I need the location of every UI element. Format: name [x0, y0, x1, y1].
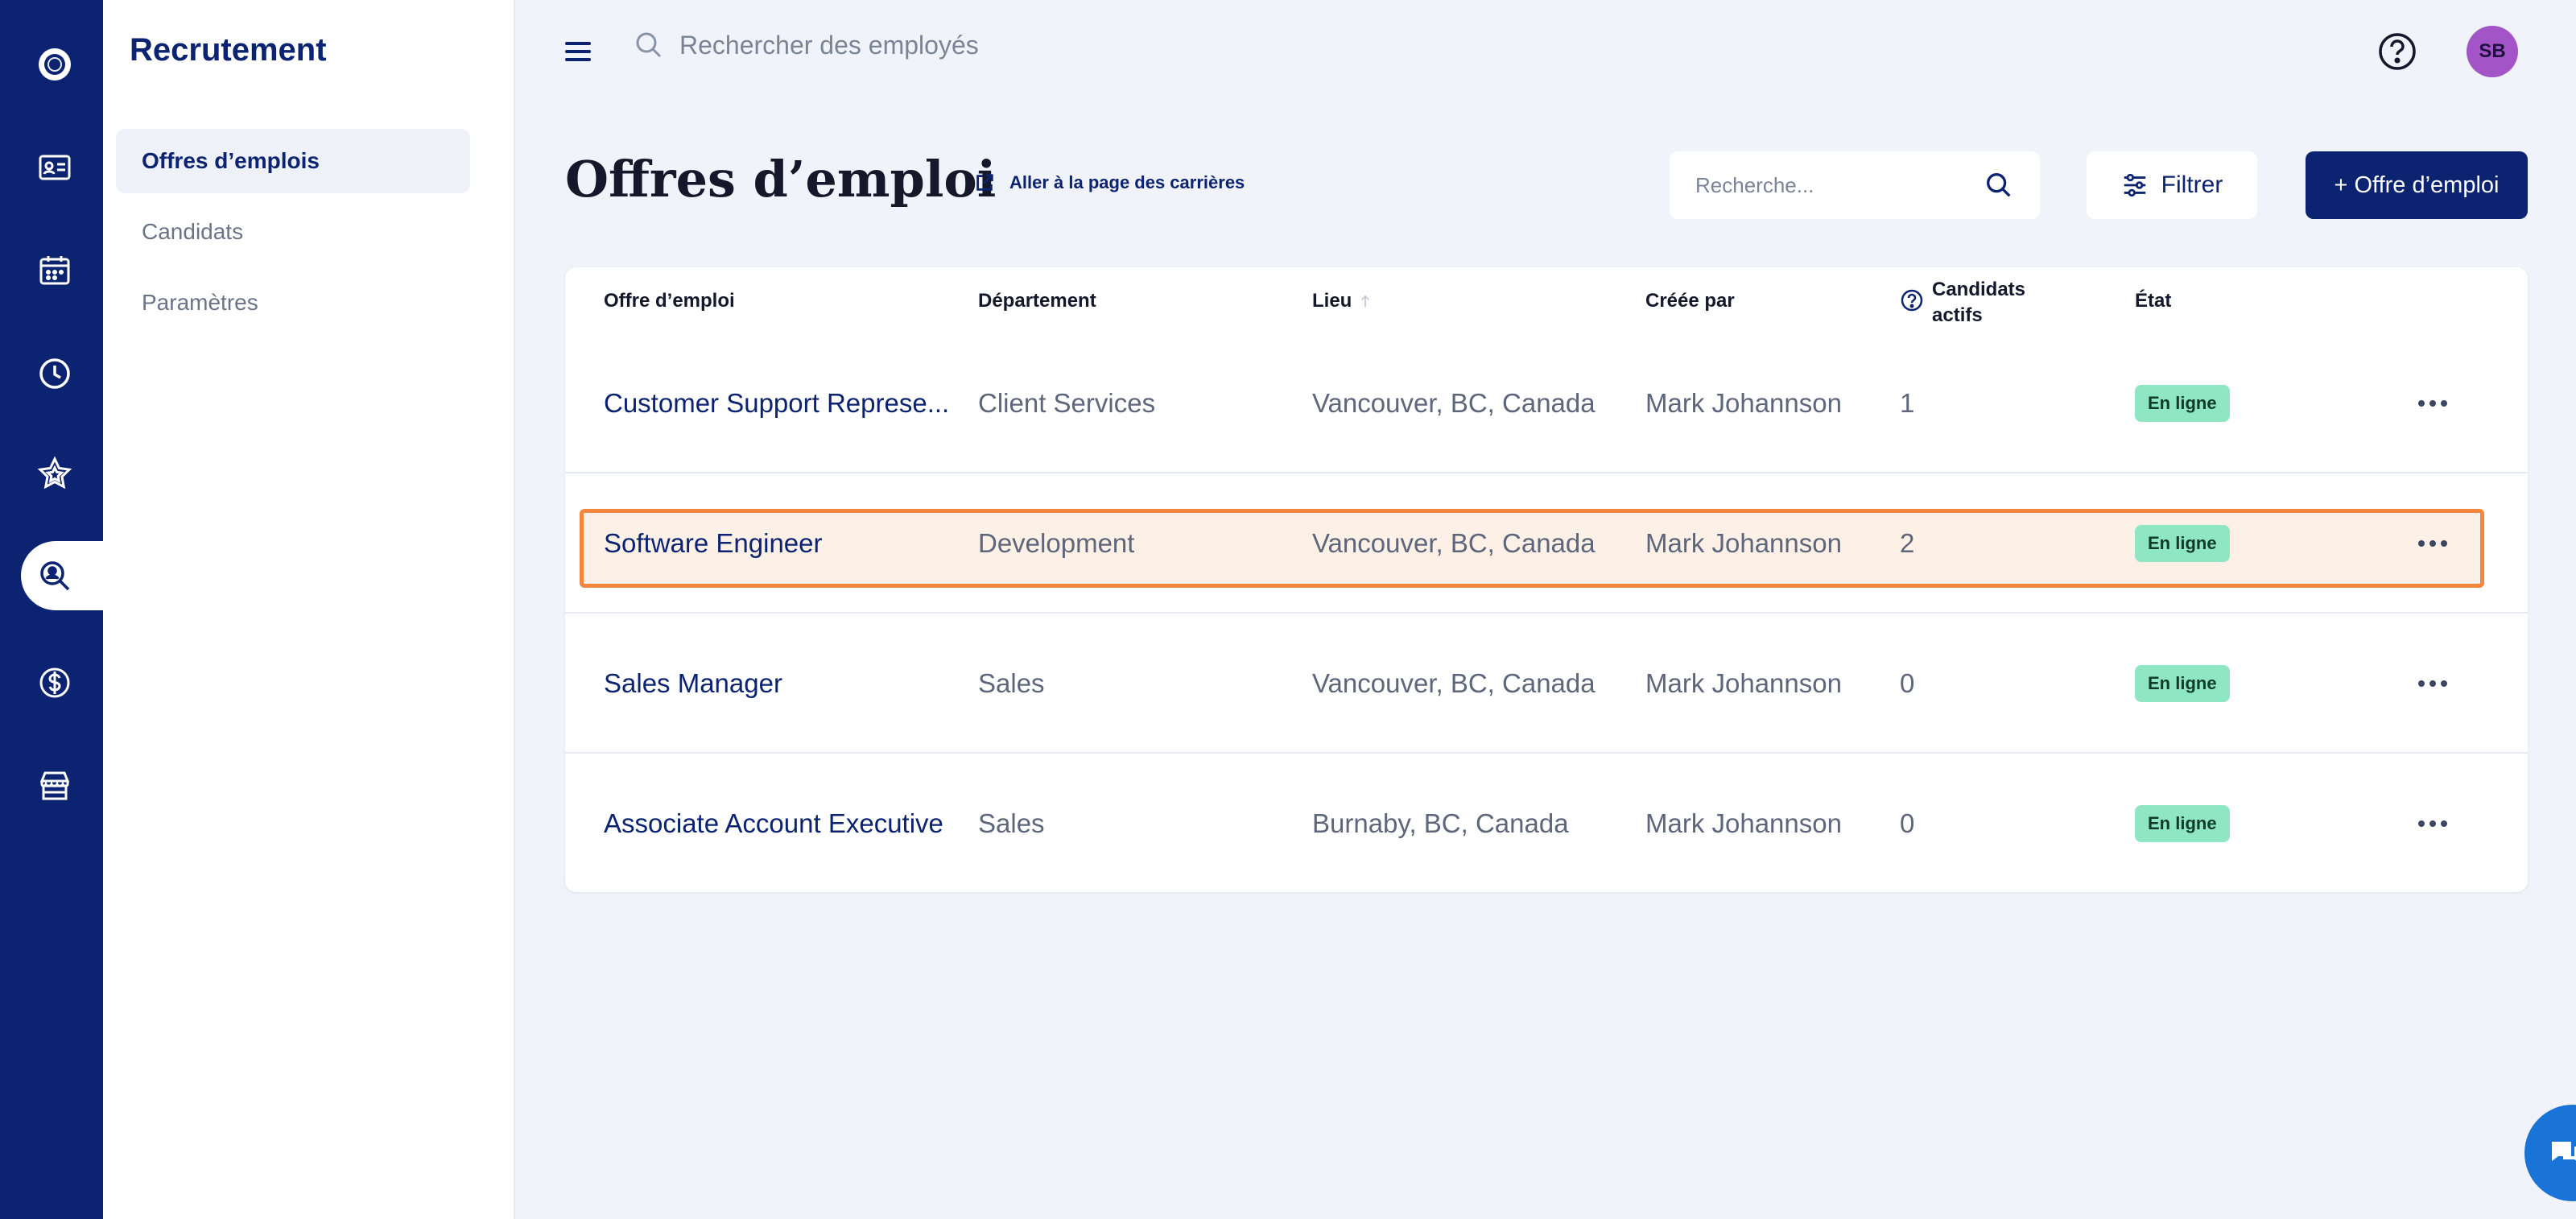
status-badge: En ligne — [2135, 385, 2230, 422]
clock-icon[interactable] — [23, 341, 87, 406]
chat-bubble-icon — [2552, 1142, 2576, 1161]
careers-page-link[interactable]: Aller à la page des carrières — [974, 172, 1245, 193]
sidebar-item-job-offers[interactable]: Offres d’emplois — [116, 129, 470, 193]
filter-label: Filtrer — [2161, 171, 2223, 198]
department-cell: Sales — [978, 808, 1045, 838]
job-search-input[interactable]: Recherche... — [1670, 151, 2040, 219]
sliders-icon — [2124, 173, 2145, 197]
location-cell: Burnaby, BC, Canada — [1312, 808, 1569, 838]
help-icon[interactable] — [2376, 31, 2418, 72]
menu-icon[interactable] — [560, 35, 596, 68]
active-candidates-cell: 2 — [1900, 528, 1915, 558]
column-header-location[interactable]: Lieu — [1312, 290, 1371, 312]
department-cell: Sales — [978, 668, 1045, 698]
filter-button[interactable]: Filtrer — [2087, 151, 2257, 219]
more-options-icon[interactable] — [2413, 388, 2452, 419]
column-header-job-offer[interactable]: Offre d’emploi — [604, 290, 735, 312]
avatar[interactable]: SB — [2467, 26, 2518, 77]
calendar-icon[interactable] — [23, 238, 87, 303]
active-candidates-cell: 0 — [1900, 668, 1915, 698]
table-row[interactable]: Sales Manager Sales Vancouver, BC, Canad… — [565, 614, 2528, 754]
sidebar-title: Recrutement — [130, 32, 327, 68]
created-by-cell: Mark Johannson — [1645, 388, 1842, 418]
created-by-cell: Mark Johannson — [1645, 668, 1842, 698]
table-row[interactable]: Associate Account Executive Sales Burnab… — [565, 754, 2528, 894]
star-icon[interactable] — [23, 441, 87, 506]
careers-link-label: Aller à la page des carrières — [1009, 172, 1245, 192]
search-icon — [1987, 173, 2011, 197]
location-cell: Vancouver, BC, Canada — [1312, 528, 1596, 558]
department-cell: Development — [978, 528, 1135, 558]
status-badge: En ligne — [2135, 805, 2230, 842]
sidebar-item-label: Offres d’emplois — [142, 148, 320, 173]
active-candidates-line1: Candidats — [1932, 279, 2026, 300]
sidebar-item-candidates[interactable]: Candidats — [116, 200, 470, 264]
job-title-link[interactable]: Associate Account Executive — [604, 754, 958, 894]
column-header-department[interactable]: Département — [978, 290, 1096, 312]
recruit-search-icon[interactable] — [23, 543, 87, 608]
sort-arrow-up-icon — [1361, 295, 1370, 307]
active-candidates-line2: actifs — [1932, 304, 1983, 326]
job-title-link[interactable]: Customer Support Represe... — [604, 333, 958, 473]
table-row[interactable]: Customer Support Represe... Client Servi… — [565, 333, 2528, 473]
table-row[interactable]: Software Engineer Development Vancouver,… — [565, 473, 2528, 614]
help-circle-icon[interactable] — [1900, 288, 1924, 312]
employee-search-placeholder: Rechercher des employés — [679, 30, 979, 60]
column-header-status[interactable]: État — [2135, 290, 2171, 312]
more-options-icon[interactable] — [2413, 528, 2452, 559]
job-title-link[interactable]: Sales Manager — [604, 614, 958, 754]
created-by-cell: Mark Johannson — [1645, 528, 1842, 558]
more-options-icon[interactable] — [2413, 668, 2452, 699]
icon-rail — [0, 0, 103, 1219]
search-icon — [636, 32, 662, 58]
column-header-created-by[interactable]: Créée par — [1645, 290, 1735, 312]
employee-card-icon[interactable] — [23, 135, 87, 200]
sidebar-item-settings[interactable]: Paramètres — [116, 271, 470, 335]
active-candidates-label: Candidats actifs — [1932, 277, 2025, 329]
logo-icon[interactable] — [23, 32, 87, 97]
employee-search-input[interactable]: Rechercher des employés — [633, 29, 979, 61]
more-options-icon[interactable] — [2413, 808, 2452, 839]
column-header-active-candidates[interactable]: Candidats actifs — [1900, 277, 2025, 329]
sidebar-item-label: Paramètres — [142, 290, 258, 315]
created-by-cell: Mark Johannson — [1645, 808, 1842, 838]
job-search-placeholder: Recherche... — [1695, 172, 1814, 197]
page-title: Offres d’emploi — [565, 150, 997, 209]
sidebar-item-label: Candidats — [142, 219, 244, 244]
location-cell: Vancouver, BC, Canada — [1312, 388, 1596, 418]
job-offers-table: Offre d’emploi Département Lieu Créée pa… — [565, 267, 2528, 892]
status-badge: En ligne — [2135, 525, 2230, 562]
secondary-sidebar: Recrutement Offres d’emplois Candidats P… — [103, 0, 515, 1219]
chat-widget-button[interactable] — [2524, 1105, 2576, 1201]
active-candidates-cell: 0 — [1900, 808, 1915, 838]
dollar-icon[interactable] — [23, 651, 87, 715]
status-badge: En ligne — [2135, 665, 2230, 702]
department-cell: Client Services — [978, 388, 1156, 418]
external-link-icon — [976, 174, 993, 191]
location-header-label: Lieu — [1312, 290, 1352, 312]
add-job-offer-button[interactable]: + Offre d’emploi — [2306, 151, 2528, 219]
location-cell: Vancouver, BC, Canada — [1312, 668, 1596, 698]
active-candidates-cell: 1 — [1900, 388, 1915, 418]
store-icon[interactable] — [23, 754, 87, 818]
job-title-link[interactable]: Software Engineer — [604, 473, 958, 614]
